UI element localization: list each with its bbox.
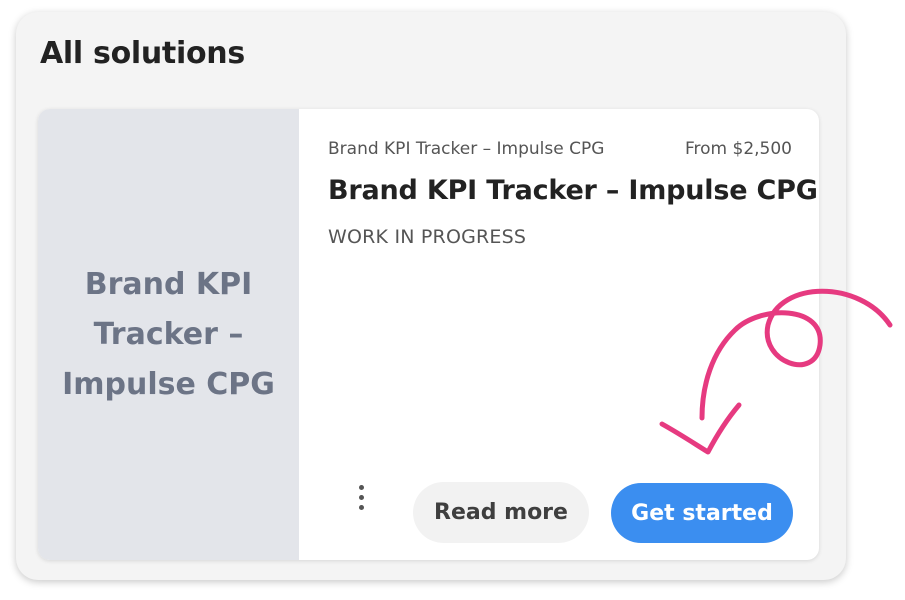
solutions-panel: All solutions Brand KPI Tracker – Impuls…: [16, 12, 846, 580]
solution-title: Brand KPI Tracker – Impulse CPG: [328, 175, 818, 206]
read-more-button[interactable]: Read more: [413, 482, 589, 543]
solution-thumbnail: Brand KPI Tracker – Impulse CPG: [38, 109, 299, 560]
more-options-button[interactable]: [349, 479, 373, 515]
solution-card: Brand KPI Tracker – Impulse CPG Brand KP…: [38, 109, 819, 560]
get-started-button[interactable]: Get started: [611, 483, 793, 543]
vertical-ellipsis-icon: [358, 494, 364, 500]
thumbnail-text: Brand KPI Tracker – Impulse CPG: [62, 266, 275, 402]
solution-price: From $2,500: [684, 139, 792, 159]
section-title: All solutions: [40, 36, 245, 71]
vertical-ellipsis-icon: [358, 484, 364, 490]
solution-meta-name: Brand KPI Tracker – Impulse CPG: [328, 139, 605, 159]
status-label: WORK IN PROGRESS: [328, 226, 527, 248]
vertical-ellipsis-icon: [358, 504, 364, 510]
